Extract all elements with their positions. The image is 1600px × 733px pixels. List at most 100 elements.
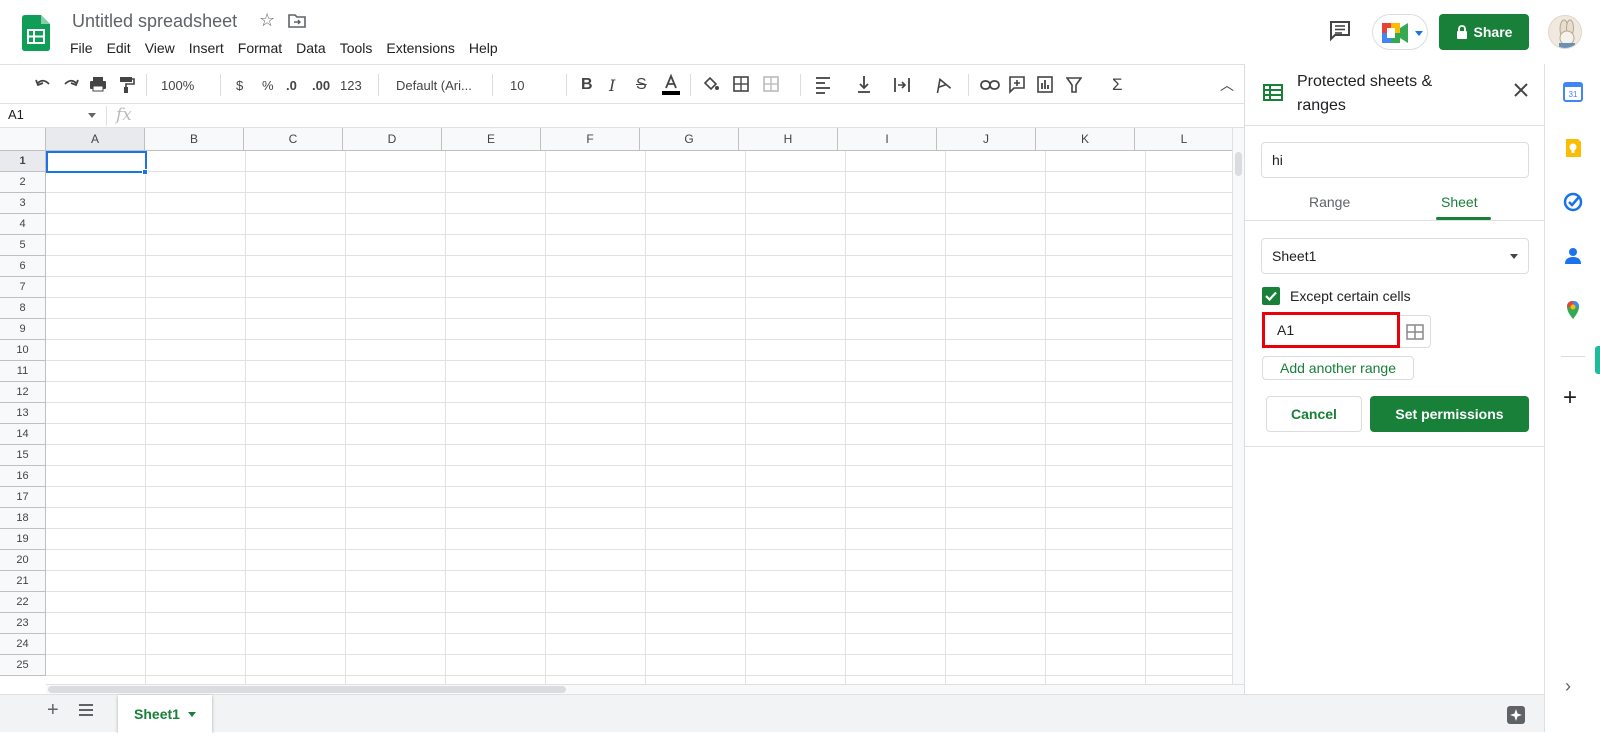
strikethrough-icon[interactable]: S bbox=[636, 73, 647, 97]
italic-icon[interactable]: I bbox=[609, 73, 615, 97]
calendar-icon[interactable]: 31 bbox=[1563, 82, 1583, 102]
row-header[interactable]: 2 bbox=[0, 172, 46, 193]
close-icon[interactable] bbox=[1513, 82, 1529, 98]
increase-decimal-button[interactable]: .00 bbox=[312, 73, 330, 97]
column-header[interactable]: C bbox=[244, 128, 343, 151]
column-header[interactable]: L bbox=[1135, 128, 1232, 151]
text-color-icon[interactable] bbox=[661, 73, 681, 97]
bold-icon[interactable]: B bbox=[581, 73, 593, 97]
row-header[interactable]: 7 bbox=[0, 277, 46, 298]
filter-icon[interactable] bbox=[1066, 73, 1082, 97]
vertical-align-icon[interactable] bbox=[856, 73, 872, 97]
row-header[interactable]: 16 bbox=[0, 466, 46, 487]
row-header[interactable]: 22 bbox=[0, 592, 46, 613]
name-box[interactable]: A1 bbox=[8, 107, 24, 122]
text-rotation-icon[interactable] bbox=[932, 73, 952, 97]
functions-icon[interactable]: Σ bbox=[1112, 73, 1123, 97]
menu-format[interactable]: Format bbox=[238, 38, 289, 58]
row-header[interactable]: 9 bbox=[0, 319, 46, 340]
undo-icon[interactable] bbox=[34, 73, 52, 97]
horizontal-align-icon[interactable] bbox=[814, 73, 832, 97]
decrease-decimal-button[interactable]: .0 bbox=[286, 73, 297, 97]
vertical-scrollbar[interactable] bbox=[1232, 128, 1244, 684]
font-family-select[interactable]: Default (Ari... bbox=[396, 73, 472, 97]
row-header[interactable]: 24 bbox=[0, 634, 46, 655]
star-icon[interactable]: ☆ bbox=[259, 10, 275, 31]
paint-format-icon[interactable] bbox=[117, 73, 135, 97]
menu-file[interactable]: File bbox=[70, 38, 100, 58]
column-header[interactable]: J bbox=[937, 128, 1036, 151]
column-header[interactable]: D bbox=[343, 128, 442, 151]
sheet-tab-sheet1[interactable]: Sheet1 bbox=[118, 695, 212, 733]
row-header[interactable]: 1 bbox=[0, 151, 46, 172]
row-header[interactable]: 23 bbox=[0, 613, 46, 634]
except-range-input[interactable]: A1 bbox=[1262, 312, 1400, 348]
column-header[interactable]: H bbox=[739, 128, 838, 151]
column-header[interactable]: K bbox=[1036, 128, 1135, 151]
add-sheet-icon[interactable]: + bbox=[47, 699, 59, 722]
menu-view[interactable]: View bbox=[145, 38, 182, 58]
tab-sheet[interactable]: Sheet bbox=[1441, 194, 1478, 210]
row-header[interactable]: 25 bbox=[0, 655, 46, 676]
comment-history-icon[interactable] bbox=[1329, 20, 1351, 42]
row-header[interactable]: 20 bbox=[0, 550, 46, 571]
column-header[interactable]: E bbox=[442, 128, 541, 151]
explore-icon[interactable] bbox=[1506, 705, 1526, 725]
row-header[interactable]: 15 bbox=[0, 445, 46, 466]
menu-data[interactable]: Data bbox=[296, 38, 333, 58]
cancel-button[interactable]: Cancel bbox=[1266, 396, 1362, 432]
row-header[interactable]: 10 bbox=[0, 340, 46, 361]
insert-link-icon[interactable] bbox=[980, 73, 1000, 97]
column-header[interactable]: I bbox=[838, 128, 937, 151]
chevron-right-icon[interactable]: › bbox=[1565, 676, 1571, 697]
column-header[interactable]: G bbox=[640, 128, 739, 151]
merge-cells-icon[interactable] bbox=[762, 73, 780, 97]
borders-icon[interactable] bbox=[732, 73, 750, 97]
set-permissions-button[interactable]: Set permissions bbox=[1370, 396, 1529, 432]
tab-range[interactable]: Range bbox=[1309, 194, 1350, 210]
avatar[interactable] bbox=[1548, 15, 1582, 49]
text-wrapping-icon[interactable] bbox=[893, 73, 911, 97]
font-size-select[interactable]: 10 bbox=[510, 73, 524, 97]
tasks-icon[interactable] bbox=[1563, 192, 1583, 212]
more-formats-button[interactable]: 123 bbox=[340, 73, 362, 97]
add-another-range-button[interactable]: Add another range bbox=[1262, 356, 1414, 380]
row-header[interactable]: 18 bbox=[0, 508, 46, 529]
select-all-corner[interactable] bbox=[0, 128, 46, 151]
collapse-menu-icon[interactable]: ︿ bbox=[1220, 73, 1234, 97]
menu-insert[interactable]: Insert bbox=[189, 38, 231, 58]
column-header[interactable]: A bbox=[46, 128, 145, 151]
row-header[interactable]: 21 bbox=[0, 571, 46, 592]
insert-chart-icon[interactable] bbox=[1036, 73, 1054, 97]
zoom-select[interactable]: 100% bbox=[161, 73, 194, 97]
keep-icon[interactable] bbox=[1563, 138, 1583, 158]
description-input[interactable]: hi bbox=[1261, 142, 1529, 178]
fill-handle[interactable] bbox=[142, 169, 148, 175]
select-range-button[interactable] bbox=[1400, 315, 1431, 348]
row-header[interactable]: 19 bbox=[0, 529, 46, 550]
print-icon[interactable] bbox=[89, 73, 107, 97]
percent-format-button[interactable]: % bbox=[262, 73, 274, 97]
row-header[interactable]: 6 bbox=[0, 256, 46, 277]
all-sheets-icon[interactable] bbox=[78, 703, 94, 717]
selected-cell[interactable] bbox=[46, 151, 147, 173]
horizontal-scrollbar-thumb[interactable] bbox=[48, 686, 566, 693]
redo-icon[interactable] bbox=[62, 73, 80, 97]
meet-button[interactable] bbox=[1372, 14, 1428, 50]
currency-format-button[interactable]: $ bbox=[236, 73, 243, 97]
cells-area[interactable] bbox=[46, 151, 1232, 684]
row-header[interactable]: 11 bbox=[0, 361, 46, 382]
sheets-logo-icon[interactable] bbox=[22, 15, 50, 51]
column-header[interactable]: F bbox=[541, 128, 640, 151]
vertical-scrollbar-thumb[interactable] bbox=[1235, 152, 1242, 176]
menu-help[interactable]: Help bbox=[469, 38, 505, 58]
row-header[interactable]: 12 bbox=[0, 382, 46, 403]
row-header[interactable]: 8 bbox=[0, 298, 46, 319]
fill-color-icon[interactable] bbox=[702, 73, 720, 97]
row-header[interactable]: 14 bbox=[0, 424, 46, 445]
row-header[interactable]: 17 bbox=[0, 487, 46, 508]
menu-tools[interactable]: Tools bbox=[340, 38, 380, 58]
document-title[interactable]: Untitled spreadsheet bbox=[72, 11, 237, 32]
menu-extensions[interactable]: Extensions bbox=[386, 38, 461, 58]
get-addons-icon[interactable]: + bbox=[1563, 384, 1577, 412]
